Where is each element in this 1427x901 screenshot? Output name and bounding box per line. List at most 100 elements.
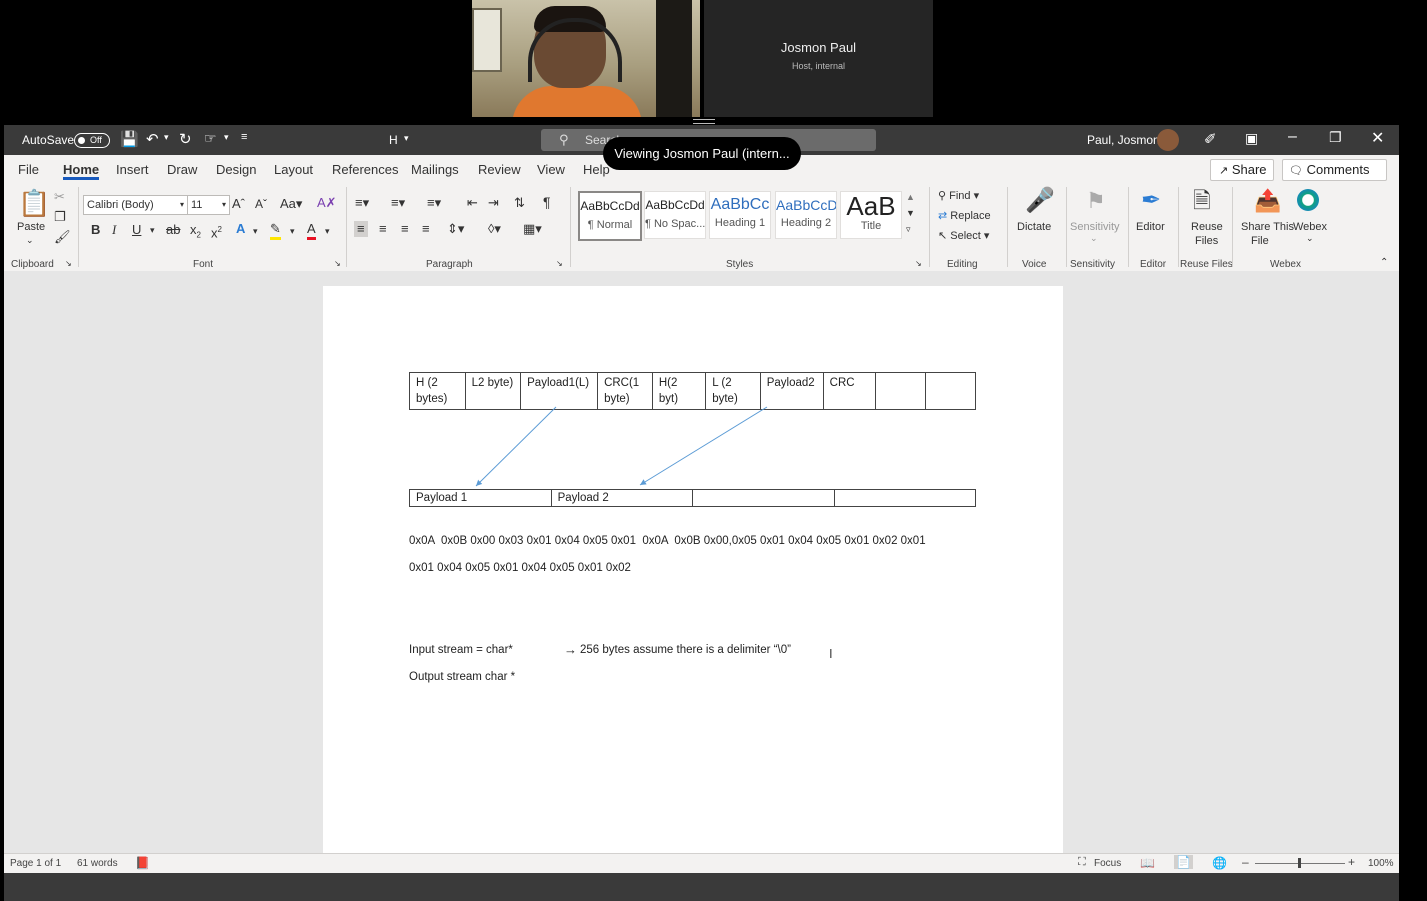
tab-references[interactable]: References [332, 162, 398, 177]
zoom-in-icon[interactable]: + [1348, 855, 1355, 869]
clear-formatting-icon[interactable]: A✗ [317, 195, 337, 211]
tab-design[interactable]: Design [216, 162, 256, 177]
font-size-select[interactable]: 11 ▾ [187, 195, 230, 215]
microphone-icon[interactable]: 🎤 [1025, 187, 1055, 215]
replace-button[interactable]: ⇄ Replace [938, 209, 991, 222]
clipboard-launcher-icon[interactable]: ↘ [65, 259, 72, 268]
font-color-dropdown-icon[interactable]: ▾ [325, 223, 330, 239]
share-file-icon[interactable]: 📤 [1254, 187, 1281, 215]
share-file-label-1[interactable]: Share This [1241, 221, 1294, 233]
editor-icon[interactable]: ✒ [1141, 187, 1161, 215]
hex-line-1[interactable]: 0x0A 0x0B 0x00 0x03 0x01 0x04 0x05 0x01 … [409, 535, 926, 547]
cut-icon[interactable]: ✂ [54, 189, 65, 205]
grow-font-icon[interactable]: Aˆ [232, 196, 245, 212]
input-stream-note[interactable]: 256 bytes assume there is a delimiter “\… [580, 644, 791, 656]
numbering-icon[interactable]: ≡▾ [391, 195, 405, 211]
web-layout-icon[interactable]: 🌐 [1212, 856, 1227, 870]
font-color-icon[interactable]: A [307, 221, 316, 240]
style-heading-1[interactable]: AaBbCc Heading 1 [709, 191, 771, 239]
focus-icon[interactable]: ⛶ [1078, 856, 1086, 869]
focus-mode[interactable]: Focus [1094, 858, 1121, 869]
select-button[interactable]: ↖ Select ▾ [938, 229, 989, 242]
share-file-label-2[interactable]: File [1251, 235, 1269, 247]
restore-icon[interactable]: ❐ [1329, 129, 1342, 146]
text-effects-icon[interactable]: A [236, 221, 245, 237]
styles-scroll-down-icon[interactable]: ▼ [906, 205, 915, 221]
reuse-label-1[interactable]: Reuse [1191, 221, 1223, 233]
multilevel-list-icon[interactable]: ≡▾ [427, 195, 441, 211]
touch-dropdown-icon[interactable]: ▾ [224, 132, 229, 143]
subscript-icon[interactable]: x2 [190, 222, 201, 244]
minimize-icon[interactable]: – [1288, 128, 1297, 146]
strikethrough-icon[interactable]: ab [166, 222, 180, 238]
title-chevron-icon[interactable]: ▾ [404, 133, 409, 144]
undo-icon[interactable]: ↶ [146, 130, 159, 148]
document-title[interactable]: H [389, 133, 398, 147]
user-name[interactable]: Paul, Josmon [1087, 133, 1160, 147]
style-normal[interactable]: AaBbCcDd ¶ Normal [578, 191, 642, 241]
tab-view[interactable]: View [537, 162, 565, 177]
input-stream-text[interactable]: Input stream = char* [409, 644, 513, 656]
zoom-level[interactable]: 100% [1368, 858, 1394, 869]
comments-button[interactable]: 🗨 Comments ⌄ [1282, 159, 1387, 198]
style-no-spacing[interactable]: AaBbCcDd ¶ No Spac... [644, 191, 706, 239]
tab-home[interactable]: Home [63, 162, 99, 177]
tab-help[interactable]: Help [583, 162, 610, 177]
pen-icon[interactable]: ✐ [1204, 130, 1217, 148]
font-name-select[interactable]: Calibri (Body) ▾ [83, 195, 188, 215]
shrink-font-icon[interactable]: Aˇ [255, 196, 267, 212]
sensitivity-dropdown-icon[interactable]: ⌄ [1090, 233, 1098, 244]
table-cell[interactable] [833, 489, 977, 507]
table-cell[interactable]: Payload 1 [409, 489, 552, 507]
bold-icon[interactable]: B [91, 222, 100, 238]
borders-icon[interactable]: ▦▾ [523, 221, 542, 237]
table-cell[interactable] [692, 489, 835, 507]
style-title[interactable]: AaB Title [840, 191, 902, 239]
increase-indent-icon[interactable]: ⇥ [488, 195, 499, 211]
decrease-indent-icon[interactable]: ⇤ [467, 195, 478, 211]
customize-qat-icon[interactable]: ≡ [241, 131, 247, 143]
style-heading-2[interactable]: AaBbCcD Heading 2 [775, 191, 837, 239]
tab-review[interactable]: Review [478, 162, 521, 177]
zoom-slider-thumb[interactable] [1298, 858, 1301, 868]
print-layout-icon[interactable]: 📄 [1174, 855, 1193, 869]
sort-icon[interactable]: ⇅ [514, 195, 525, 211]
show-formatting-icon[interactable]: ¶ [543, 194, 551, 210]
paste-icon[interactable]: 📋 [18, 189, 50, 217]
text-effects-dropdown-icon[interactable]: ▾ [253, 223, 258, 239]
share-button[interactable]: ↗ Share [1210, 159, 1274, 181]
read-mode-icon[interactable]: 📖 [1140, 856, 1155, 870]
editor-button[interactable]: Editor [1136, 221, 1165, 233]
paste-dropdown-icon[interactable]: ⌄ [26, 235, 34, 246]
styles-more-icon[interactable]: ▿ [906, 221, 911, 237]
undo-dropdown-icon[interactable]: ▾ [164, 132, 169, 143]
highlight-icon[interactable]: ✎ [270, 221, 281, 240]
word-count[interactable]: 61 words [77, 858, 118, 869]
redo-icon[interactable]: ↻ [179, 130, 192, 148]
output-stream-text[interactable]: Output stream char * [409, 671, 515, 683]
save-icon[interactable]: 💾 [120, 130, 139, 148]
sensitivity-button[interactable]: Sensitivity [1070, 221, 1120, 233]
italic-icon[interactable]: I [112, 222, 116, 238]
webex-dropdown-icon[interactable]: ⌄ [1306, 233, 1314, 244]
align-right-icon[interactable]: ≡ [401, 221, 409, 237]
tab-file[interactable]: File [18, 162, 39, 177]
superscript-icon[interactable]: x2 [211, 222, 222, 241]
line-spacing-icon[interactable]: ⇕▾ [447, 221, 464, 237]
webex-icon[interactable] [1297, 189, 1319, 211]
copy-icon[interactable]: ❐ [54, 209, 66, 225]
find-button[interactable]: ⚲ Find ▾ [938, 189, 979, 202]
tab-insert[interactable]: Insert [116, 162, 149, 177]
align-center-icon[interactable]: ≡ [379, 221, 387, 237]
change-case-icon[interactable]: Aa▾ [280, 196, 302, 212]
justify-icon[interactable]: ≡ [422, 221, 430, 237]
webex-label[interactable]: Webex [1293, 221, 1327, 233]
bullets-icon[interactable]: ≡▾ [355, 195, 369, 211]
page-count[interactable]: Page 1 of 1 [10, 858, 61, 869]
shading-icon[interactable]: ◊▾ [488, 221, 501, 237]
sensitivity-icon[interactable]: ⚑ [1086, 187, 1106, 215]
hex-line-2[interactable]: 0x01 0x04 0x05 0x01 0x04 0x05 0x01 0x02 [409, 562, 631, 574]
underline-icon[interactable]: U [132, 222, 141, 238]
paragraph-launcher-icon[interactable]: ↘ [556, 259, 563, 268]
tab-mailings[interactable]: Mailings [411, 162, 459, 177]
